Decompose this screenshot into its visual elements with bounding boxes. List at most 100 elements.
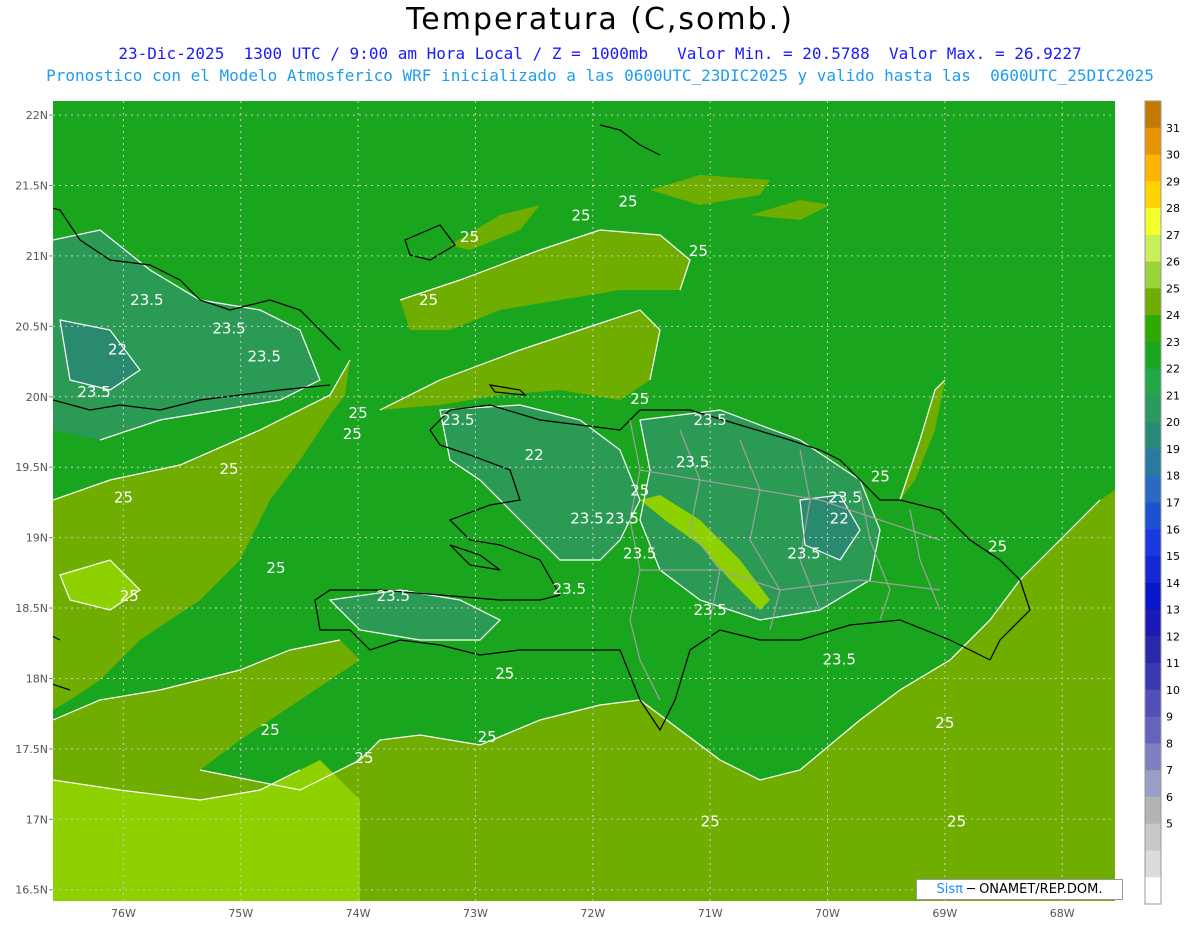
colorbar-label: 12 (1166, 630, 1180, 643)
contour-label: 25 (935, 714, 954, 732)
colorbar-swatch (1145, 877, 1161, 905)
contour-label: 23.5 (441, 411, 474, 429)
lon-tick-label: 76W (111, 907, 136, 920)
model-info-line: Pronostico con el Modelo Atmosferico WRF… (46, 66, 1154, 85)
colorbar-swatch (1145, 823, 1161, 851)
contour-label: 25 (689, 242, 708, 260)
colorbar-swatch (1145, 208, 1161, 236)
colorbar-swatch (1145, 448, 1161, 477)
contour-label: 25 (349, 404, 368, 422)
colorbar-label: 25 (1166, 282, 1180, 295)
colorbar-swatch (1145, 368, 1161, 396)
contour-label: 23.5 (828, 488, 861, 506)
colorbar-label: 18 (1166, 470, 1180, 483)
colorbar-swatch (1145, 850, 1161, 878)
lon-tick-label: 70W (815, 907, 840, 920)
colorbar-label: 9 (1166, 711, 1173, 724)
colorbar-label: 10 (1166, 684, 1180, 697)
colorbar-label: 23 (1166, 336, 1180, 349)
colorbar-swatch (1145, 502, 1161, 530)
colorbar-swatch (1145, 663, 1161, 691)
colorbar-label: 8 (1166, 737, 1173, 750)
contour-label: 25 (460, 228, 479, 246)
brand-logo-text: Sisπ (936, 882, 963, 897)
colorbar-swatch (1145, 582, 1161, 611)
contour-label: 25 (419, 291, 438, 309)
contour-label: 25 (114, 488, 133, 506)
lat-tick-label: 22N (26, 109, 48, 122)
longitude-labels: 76W 75W 74W 73W 72W 71W 70W 69W 68W (111, 907, 1075, 920)
colorbar-label: 11 (1166, 657, 1180, 670)
colorbar-label: 26 (1166, 256, 1180, 269)
colorbar-label: 28 (1166, 202, 1180, 215)
lon-tick-label: 75W (228, 907, 253, 920)
colorbar-label: 19 (1166, 443, 1180, 456)
colorbar-label: 13 (1166, 604, 1180, 617)
credit-org: ─ ONAMET/REP.DOM. (962, 882, 1103, 897)
colorbar-swatch (1145, 609, 1161, 637)
contour-label: 23.5 (605, 510, 638, 528)
contour-label: 23.5 (130, 291, 163, 309)
colorbar-swatch (1145, 127, 1161, 156)
colorbar-label: 6 (1166, 791, 1173, 804)
colorbar-swatch (1145, 261, 1161, 289)
temperature-map: 252525252523.523.523.52223.52525252523.5… (15, 100, 1180, 920)
colorbar-label: 7 (1166, 764, 1173, 777)
contour-label: 23.5 (693, 411, 726, 429)
contour-label: 22 (108, 341, 127, 359)
lat-tick-label: 18.5N (15, 602, 48, 615)
shaded-field: 252525252523.523.523.52223.52525252523.5… (53, 101, 1115, 901)
colorbar-swatch (1145, 636, 1161, 664)
lat-tick-label: 16.5N (15, 884, 48, 897)
colorbar-swatch (1145, 475, 1161, 503)
lat-tick-label: 20.5N (15, 320, 48, 333)
colorbar-label: 30 (1166, 149, 1180, 162)
lon-tick-label: 68W (1050, 907, 1075, 920)
colorbar-label: 15 (1166, 550, 1180, 563)
colorbar-label: 22 (1166, 363, 1180, 376)
colorbar-swatch (1145, 315, 1161, 343)
contour-label: 25 (261, 721, 280, 739)
contour-label: 25 (618, 193, 637, 211)
lon-tick-label: 71W (698, 907, 723, 920)
credit-box: Sisπ ─ ONAMET/REP.DOM. (916, 879, 1123, 900)
colorbar-swatch (1145, 101, 1161, 129)
latitude-labels: 22N 21.5N 21N 20.5N 20N 19.5N 19N 18.5N 18N 17.5N… (15, 109, 53, 897)
contour-label: 25 (701, 812, 720, 830)
contour-label: 23.5 (377, 587, 410, 605)
contour-label: 25 (266, 559, 285, 577)
colorbar: 31 30 29 28 27 26 25 24 23 22 21 20 19 18 17 16 15 14 13 12… (1144, 100, 1180, 905)
lat-tick-label: 17.5N (15, 743, 48, 756)
colorbar-swatch (1145, 770, 1161, 798)
contour-label: 23.5 (570, 510, 603, 528)
lon-tick-label: 72W (580, 907, 605, 920)
contour-label: 25 (343, 425, 362, 443)
colorbar-label: 21 (1166, 389, 1180, 402)
colorbar-label: 16 (1166, 523, 1180, 536)
colorbar-swatch (1145, 154, 1161, 182)
lat-tick-label: 21N (26, 250, 48, 263)
colorbar-label: 29 (1166, 175, 1180, 188)
contour-label: 25 (478, 728, 497, 746)
colorbar-swatch (1145, 341, 1161, 370)
contour-label: 25 (120, 587, 139, 605)
lon-tick-label: 73W (463, 907, 488, 920)
contour-label: 23.5 (77, 383, 110, 401)
colorbar-swatch (1145, 395, 1161, 423)
contour-label: 22 (830, 510, 849, 528)
colorbar-swatch (1145, 181, 1161, 209)
colorbar-label: 20 (1166, 416, 1180, 429)
lat-tick-label: 18N (26, 672, 48, 685)
map-title: Temperatura (C,somb.) (406, 2, 794, 37)
contour-label: 25 (495, 664, 514, 682)
colorbar-label: 17 (1166, 497, 1180, 510)
contour-label: 23.5 (212, 319, 245, 337)
colorbar-swatch (1145, 716, 1161, 744)
contour-label: 23.5 (248, 348, 281, 366)
colorbar-label: 5 (1166, 818, 1173, 831)
contour-label: 23.5 (553, 580, 586, 598)
colorbar-swatch (1145, 529, 1161, 557)
colorbar-swatch (1145, 422, 1161, 450)
contour-label: 23.5 (787, 545, 820, 563)
contour-label: 25 (354, 749, 373, 767)
